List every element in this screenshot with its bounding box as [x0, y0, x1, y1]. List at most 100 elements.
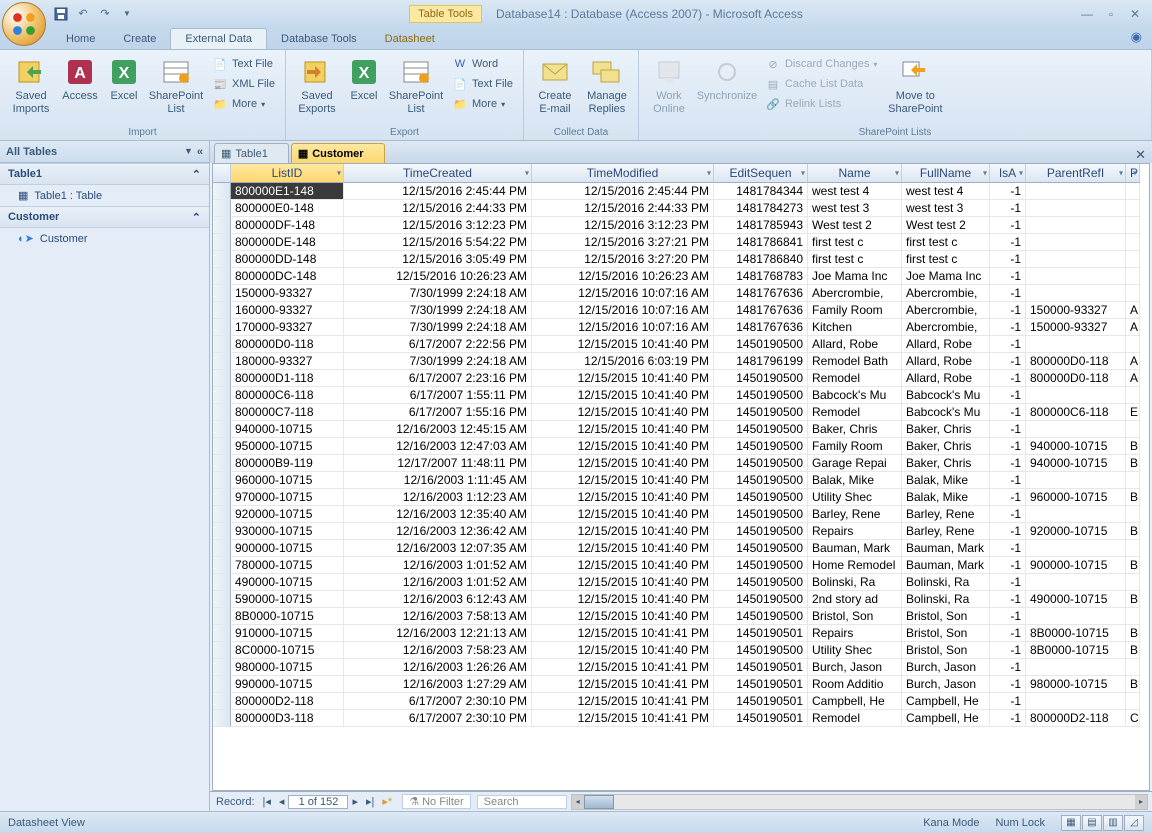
grid-cell[interactable]: 1481784344: [714, 183, 808, 200]
more-import-button[interactable]: 📁More ▾: [208, 94, 279, 114]
grid-cell[interactable]: 800000C6-118: [1026, 404, 1126, 421]
grid-cell[interactable]: 6/17/2007 2:30:10 PM: [344, 710, 532, 727]
column-header[interactable]: ParentRefI▾: [1026, 164, 1126, 183]
more-export-button[interactable]: 📁More ▾: [448, 94, 517, 114]
grid-cell[interactable]: 1481767636: [714, 302, 808, 319]
grid-cell[interactable]: 1450190500: [714, 404, 808, 421]
grid-cell[interactable]: 1450190501: [714, 659, 808, 676]
horizontal-scrollbar[interactable]: ◂ ▸: [571, 794, 1148, 810]
grid-cell[interactable]: 1450190500: [714, 523, 808, 540]
grid-cell[interactable]: A: [1126, 370, 1140, 387]
grid-cell[interactable]: 7/30/1999 2:24:18 AM: [344, 285, 532, 302]
grid-cell[interactable]: E: [1126, 404, 1140, 421]
grid-cell[interactable]: 8C0000-10715: [231, 642, 344, 659]
manage-replies-button[interactable]: Manage Replies: [582, 54, 632, 118]
help-icon[interactable]: ◉: [1131, 29, 1142, 49]
grid-cell[interactable]: 6/17/2007 2:23:16 PM: [344, 370, 532, 387]
grid-cell[interactable]: -1: [990, 336, 1026, 353]
grid-cell[interactable]: [1126, 421, 1140, 438]
row-selector[interactable]: [213, 659, 231, 676]
grid-cell[interactable]: 12/16/2003 1:27:29 AM: [344, 676, 532, 693]
grid-cell[interactable]: 12/15/2016 6:03:19 PM: [532, 353, 714, 370]
grid-cell[interactable]: Repairs: [808, 625, 902, 642]
row-selector[interactable]: [213, 574, 231, 591]
grid-cell[interactable]: -1: [990, 710, 1026, 727]
grid-cell[interactable]: west test 3: [808, 200, 902, 217]
row-selector[interactable]: [213, 506, 231, 523]
grid-cell[interactable]: Balak, Mike: [808, 472, 902, 489]
grid-cell[interactable]: Bauman, Mark: [808, 540, 902, 557]
grid-cell[interactable]: Joe Mama Inc: [902, 268, 990, 285]
grid-cell[interactable]: [1126, 693, 1140, 710]
excel-export-button[interactable]: X Excel: [344, 54, 384, 105]
grid-cell[interactable]: Room Additio: [808, 676, 902, 693]
column-header[interactable]: IsA▾: [990, 164, 1026, 183]
saved-exports-button[interactable]: Saved Exports: [292, 54, 342, 118]
grid-cell[interactable]: 12/15/2015 10:41:40 PM: [532, 489, 714, 506]
grid-cell[interactable]: 800000D1-118: [231, 370, 344, 387]
grid-cell[interactable]: Baker, Chris: [808, 421, 902, 438]
grid-cell[interactable]: Utility Shec: [808, 642, 902, 659]
grid-cell[interactable]: 8B0000-10715: [1026, 642, 1126, 659]
minimize-icon[interactable]: —: [1076, 6, 1098, 22]
grid-cell[interactable]: 800000D0-118: [231, 336, 344, 353]
grid-cell[interactable]: -1: [990, 625, 1026, 642]
row-selector[interactable]: [213, 268, 231, 285]
column-dropdown-icon[interactable]: ▾: [1019, 169, 1023, 178]
grid-cell[interactable]: -1: [990, 370, 1026, 387]
restore-icon[interactable]: ▫: [1100, 6, 1122, 22]
chevron-up-icon[interactable]: ⌃: [192, 168, 201, 181]
grid-cell[interactable]: -1: [990, 489, 1026, 506]
row-selector[interactable]: [213, 710, 231, 727]
grid-cell[interactable]: [1026, 421, 1126, 438]
grid-cell[interactable]: 12/16/2003 1:01:52 AM: [344, 557, 532, 574]
grid-cell[interactable]: 12/15/2015 10:41:40 PM: [532, 591, 714, 608]
grid-cell[interactable]: 12/15/2015 10:41:40 PM: [532, 557, 714, 574]
grid-cell[interactable]: 800000DE-148: [231, 234, 344, 251]
grid-cell[interactable]: 12/16/2003 1:01:52 AM: [344, 574, 532, 591]
grid-cell[interactable]: Abercrombie,: [902, 285, 990, 302]
grid-cell[interactable]: Barley, Rene: [902, 506, 990, 523]
grid-cell[interactable]: B: [1126, 489, 1140, 506]
grid-cell[interactable]: -1: [990, 693, 1026, 710]
grid-cell[interactable]: 12/16/2003 7:58:23 AM: [344, 642, 532, 659]
tab-external-data[interactable]: External Data: [170, 28, 267, 49]
grid-cell[interactable]: B: [1126, 455, 1140, 472]
column-header[interactable]: TimeCreated▾: [344, 164, 532, 183]
grid-cell[interactable]: -1: [990, 659, 1026, 676]
grid-cell[interactable]: Burch, Jason: [808, 659, 902, 676]
row-selector[interactable]: [213, 336, 231, 353]
grid-cell[interactable]: 1450190500: [714, 642, 808, 659]
grid-cell[interactable]: -1: [990, 608, 1026, 625]
grid-cell[interactable]: Allard, Robe: [902, 336, 990, 353]
grid-cell[interactable]: -1: [990, 285, 1026, 302]
grid-cell[interactable]: [1026, 540, 1126, 557]
grid-cell[interactable]: 940000-10715: [1026, 438, 1126, 455]
grid-cell[interactable]: 12/16/2003 6:12:43 AM: [344, 591, 532, 608]
grid-cell[interactable]: -1: [990, 251, 1026, 268]
grid-cell[interactable]: 1450190500: [714, 472, 808, 489]
grid-cell[interactable]: [1026, 268, 1126, 285]
nav-header[interactable]: All Tables ▼«: [0, 141, 209, 163]
grid-cell[interactable]: 990000-10715: [231, 676, 344, 693]
grid-cell[interactable]: 800000B9-119: [231, 455, 344, 472]
row-selector[interactable]: [213, 693, 231, 710]
column-dropdown-icon[interactable]: ▾: [707, 169, 711, 178]
grid-cell[interactable]: first test c: [902, 251, 990, 268]
word-export-button[interactable]: WWord: [448, 54, 517, 74]
search-input[interactable]: Search: [477, 795, 567, 809]
grid-cell[interactable]: A: [1126, 319, 1140, 336]
grid-cell[interactable]: Joe Mama Inc: [808, 268, 902, 285]
saved-imports-button[interactable]: Saved Imports: [6, 54, 56, 118]
grid-cell[interactable]: 1450190500: [714, 608, 808, 625]
grid-cell[interactable]: Campbell, He: [808, 693, 902, 710]
grid-cell[interactable]: -1: [990, 353, 1026, 370]
grid-cell[interactable]: Babcock's Mu: [902, 387, 990, 404]
record-position-field[interactable]: 1 of 152: [288, 795, 348, 809]
row-selector[interactable]: [213, 251, 231, 268]
grid-cell[interactable]: 6/17/2007 1:55:11 PM: [344, 387, 532, 404]
row-selector[interactable]: [213, 200, 231, 217]
grid-cell[interactable]: B: [1126, 625, 1140, 642]
grid-cell[interactable]: Family Room: [808, 438, 902, 455]
grid-cell[interactable]: Allard, Robe: [902, 370, 990, 387]
